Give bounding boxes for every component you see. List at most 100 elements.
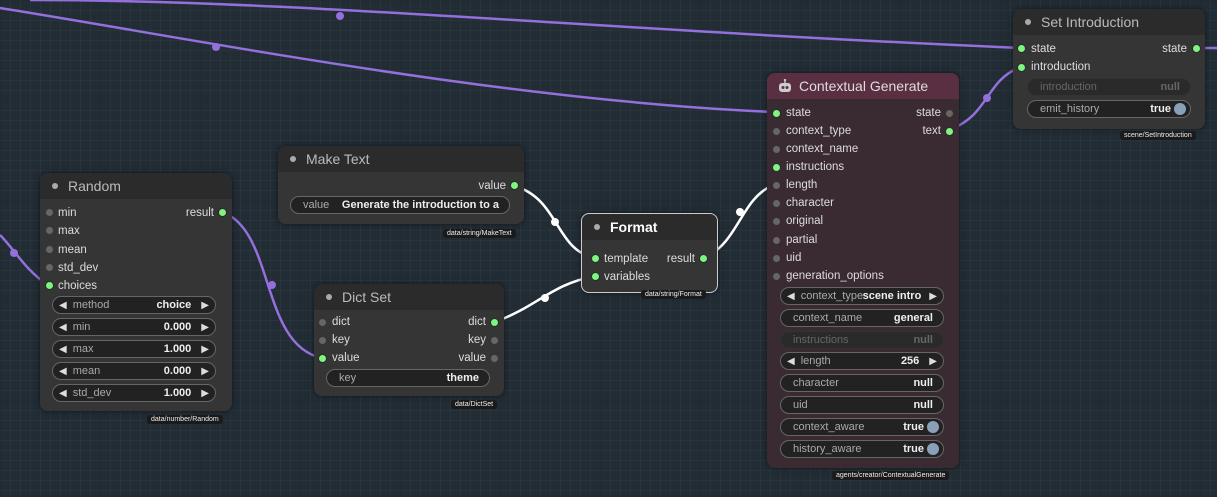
arrow-right-icon[interactable]: ▶ <box>195 344 215 355</box>
input-pin-length[interactable] <box>773 182 780 189</box>
make-text-node[interactable]: Make Text value value Generate the introd… <box>278 146 524 224</box>
output-pin-text[interactable] <box>946 128 953 135</box>
output-pin-key[interactable] <box>491 337 498 344</box>
input-pin-generation-options[interactable] <box>773 273 780 280</box>
collapse-dot-icon[interactable] <box>326 294 332 300</box>
output-pin-value[interactable] <box>491 355 498 362</box>
link-reroute-dot <box>212 43 220 51</box>
random-node[interactable]: Random min max mean std_dev choices resu… <box>40 173 232 411</box>
input-pin-uid[interactable] <box>773 255 780 262</box>
dict-set-node[interactable]: Dict Set dict key value dict key value k… <box>314 284 504 396</box>
link-top-2 <box>0 6 774 114</box>
toggle-knob-icon[interactable] <box>1174 103 1186 115</box>
input-label-partial: partial <box>786 234 818 246</box>
value-text-field[interactable]: value Generate the introduction to a <box>290 196 510 214</box>
input-pin-variables[interactable] <box>592 273 599 280</box>
input-pin-context-name[interactable] <box>773 146 780 153</box>
key-text-field[interactable]: key theme <box>326 369 490 387</box>
input-pin-mean[interactable] <box>46 246 53 253</box>
input-pin-dict[interactable] <box>319 319 326 326</box>
input-label-choices: choices <box>58 280 97 292</box>
set-introduction-node[interactable]: Set Introduction state introduction stat… <box>1013 9 1205 129</box>
context-type-combo[interactable]: ◀ context_type scene intro ▶ <box>780 287 944 305</box>
toggle-knob-icon[interactable] <box>927 443 939 455</box>
input-label-min: min <box>58 207 77 219</box>
arrow-left-icon[interactable]: ◀ <box>53 366 73 377</box>
mean-number[interactable]: ◀ mean 0.000 ▶ <box>52 362 216 380</box>
uid-field[interactable]: uid null <box>780 396 944 414</box>
std-dev-number[interactable]: ◀ std_dev 1.000 ▶ <box>52 384 216 402</box>
format-node-title[interactable]: Format <box>582 214 717 240</box>
contextual-generate-node[interactable]: Contextual Generate state context_type c… <box>767 73 959 468</box>
input-pin-choices[interactable] <box>46 282 53 289</box>
toggle-knob-icon[interactable] <box>927 421 939 433</box>
node-title-text: Make Text <box>306 151 370 167</box>
max-number[interactable]: ◀ max 1.000 ▶ <box>52 340 216 358</box>
input-pin-std-dev[interactable] <box>46 264 53 271</box>
input-pin-original[interactable] <box>773 218 780 225</box>
format-node[interactable]: Format template variables result <box>581 213 718 293</box>
collapse-dot-icon[interactable] <box>594 224 600 230</box>
output-pin-state[interactable] <box>946 110 953 117</box>
arrow-right-icon[interactable]: ▶ <box>195 388 215 399</box>
output-pin-result[interactable] <box>700 255 707 262</box>
input-pin-introduction[interactable] <box>1018 64 1025 71</box>
arrow-right-icon[interactable]: ▶ <box>195 366 215 377</box>
instructions-field: instructions null <box>780 331 944 349</box>
method-combo[interactable]: ◀ method choice ▶ <box>52 296 216 314</box>
node-title-text: Random <box>68 178 121 194</box>
input-pin-partial[interactable] <box>773 237 780 244</box>
output-pin-dict[interactable] <box>491 319 498 326</box>
input-pin-value[interactable] <box>319 355 326 362</box>
arrow-left-icon[interactable]: ◀ <box>781 356 801 367</box>
contextual-generate-node-title[interactable]: Contextual Generate <box>767 73 959 99</box>
arrow-right-icon[interactable]: ▶ <box>195 322 215 333</box>
node-title-text: Set Introduction <box>1041 14 1140 30</box>
input-label-instructions: instructions <box>786 161 845 173</box>
input-label-template: template <box>604 253 649 265</box>
context-aware-toggle[interactable]: context_aware true <box>780 418 944 436</box>
input-pin-state[interactable] <box>773 110 780 117</box>
history-aware-toggle[interactable]: history_aware true <box>780 440 944 458</box>
node-title-text: Contextual Generate <box>799 78 929 94</box>
random-node-title[interactable]: Random <box>40 173 232 199</box>
arrow-right-icon[interactable]: ▶ <box>195 300 215 311</box>
emit-history-toggle[interactable]: emit_history true <box>1027 100 1191 118</box>
output-pin-value[interactable] <box>511 182 518 189</box>
input-label-state: state <box>786 107 811 119</box>
arrow-right-icon[interactable]: ▶ <box>923 291 943 302</box>
arrow-left-icon[interactable]: ◀ <box>53 344 73 355</box>
input-pin-template[interactable] <box>592 255 599 262</box>
node-path-badge: scene/SetIntroduction <box>1120 131 1196 140</box>
link-random-dictset <box>221 210 323 360</box>
character-field[interactable]: character null <box>780 374 944 392</box>
output-label-value: value <box>458 352 487 364</box>
set-introduction-node-title[interactable]: Set Introduction <box>1013 9 1205 35</box>
arrow-left-icon[interactable]: ◀ <box>53 300 73 311</box>
arrow-left-icon[interactable]: ◀ <box>781 291 801 302</box>
output-pin-state[interactable] <box>1193 45 1200 52</box>
link-reroute-dot <box>551 218 559 226</box>
node-path-badge: data/DictSet <box>451 400 498 409</box>
link-reroute-dot <box>268 281 276 289</box>
input-pin-min[interactable] <box>46 209 53 216</box>
input-pin-character[interactable] <box>773 200 780 207</box>
length-number[interactable]: ◀ length 256 ▶ <box>780 352 944 370</box>
arrow-left-icon[interactable]: ◀ <box>53 388 73 399</box>
input-pin-key[interactable] <box>319 337 326 344</box>
collapse-dot-icon[interactable] <box>52 183 58 189</box>
dict-set-node-title[interactable]: Dict Set <box>314 284 504 310</box>
arrow-right-icon[interactable]: ▶ <box>923 356 943 367</box>
input-pin-context-type[interactable] <box>773 128 780 135</box>
arrow-left-icon[interactable]: ◀ <box>53 322 73 333</box>
min-number[interactable]: ◀ min 0.000 ▶ <box>52 318 216 336</box>
input-pin-instructions[interactable] <box>773 164 780 171</box>
collapse-dot-icon[interactable] <box>290 156 296 162</box>
make-text-node-title[interactable]: Make Text <box>278 146 524 172</box>
output-pin-result[interactable] <box>219 209 226 216</box>
collapse-dot-icon[interactable] <box>1025 19 1031 25</box>
context-name-field[interactable]: context_name general <box>780 309 944 327</box>
input-pin-max[interactable] <box>46 227 53 234</box>
input-pin-state[interactable] <box>1018 45 1025 52</box>
node-title-text: Dict Set <box>342 289 392 305</box>
